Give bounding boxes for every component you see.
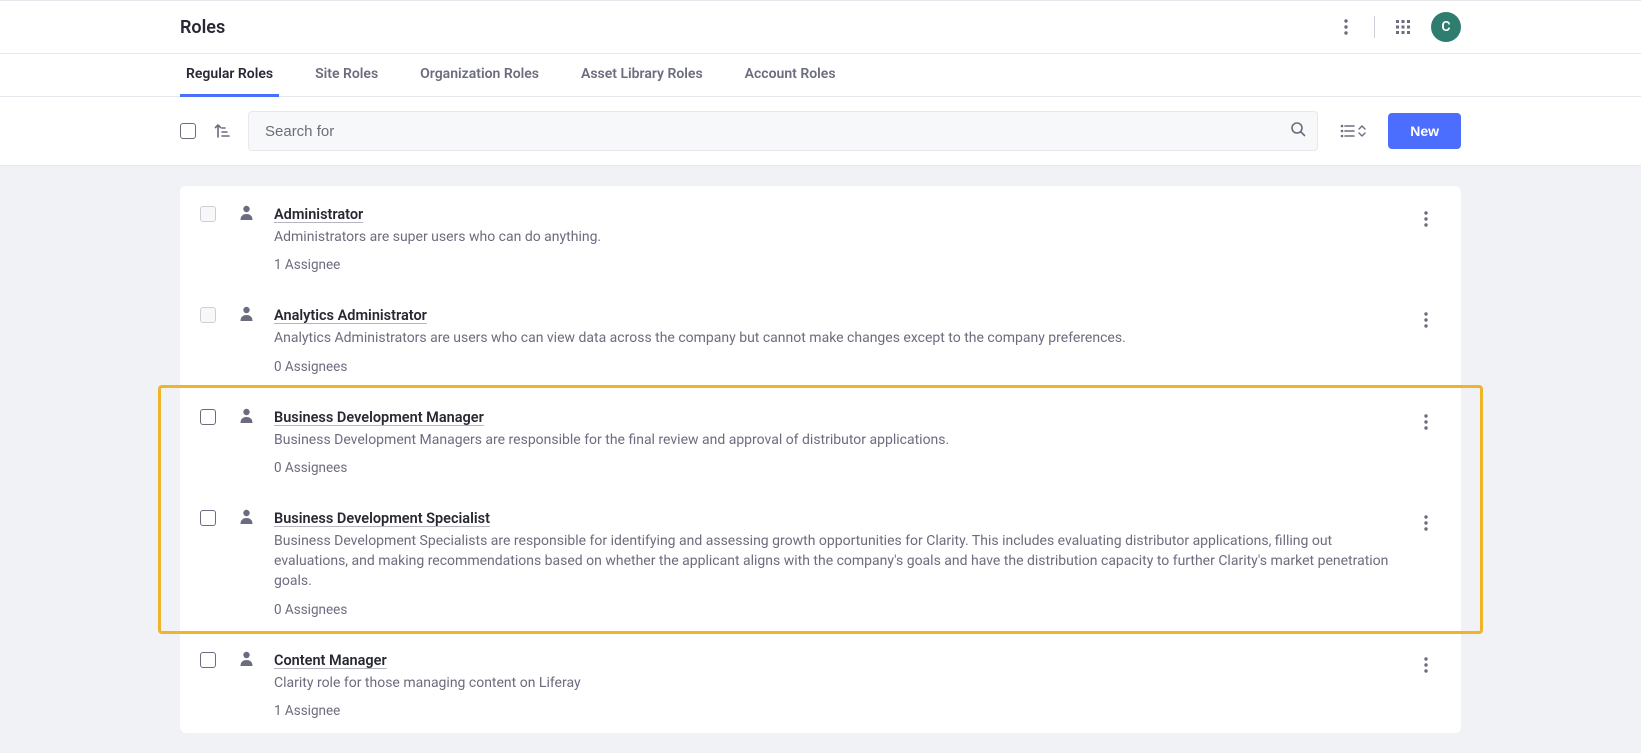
apps-button[interactable] xyxy=(1389,13,1417,41)
role-body: Business Development Specialist Business … xyxy=(274,508,1393,618)
role-checkbox xyxy=(200,206,216,222)
role-description: Clarity role for those managing content … xyxy=(274,673,1393,693)
role-title-link[interactable]: Content Manager xyxy=(274,652,387,669)
role-checkbox[interactable] xyxy=(200,652,216,668)
role-checkbox-col xyxy=(200,508,218,618)
tab-regular-roles[interactable]: Regular Roles xyxy=(180,54,279,97)
tab-site-roles[interactable]: Site Roles xyxy=(309,54,384,97)
role-title-link[interactable]: Analytics Administrator xyxy=(274,307,427,324)
role-checkbox-col xyxy=(200,407,218,476)
grid-icon xyxy=(1395,19,1411,35)
role-assignees: 0 Assignees xyxy=(274,359,1393,375)
role-checkbox-col xyxy=(200,204,218,273)
role-actions-button[interactable] xyxy=(1413,652,1439,678)
search-icon xyxy=(1290,121,1306,141)
role-actions xyxy=(1411,508,1441,618)
user-avatar[interactable]: C xyxy=(1431,12,1461,42)
role-item: Business Development Specialist Business … xyxy=(180,490,1461,632)
role-actions-button[interactable] xyxy=(1413,510,1439,536)
role-item: Business Development Manager Business Dev… xyxy=(180,389,1461,490)
toolbar: New xyxy=(0,97,1641,166)
search-input[interactable] xyxy=(248,111,1318,151)
role-item: Analytics Administrator Analytics Adminis… xyxy=(180,287,1461,388)
sort-icon xyxy=(214,123,230,139)
role-title-link[interactable]: Administrator xyxy=(274,206,363,223)
role-assignees: 1 Assignee xyxy=(274,257,1393,273)
role-checkbox-col xyxy=(200,650,218,719)
person-icon xyxy=(236,407,256,476)
role-actions-button[interactable] xyxy=(1413,307,1439,333)
role-actions-button[interactable] xyxy=(1413,206,1439,232)
role-actions-button[interactable] xyxy=(1413,409,1439,435)
tab-organization-roles[interactable]: Organization Roles xyxy=(414,54,545,97)
role-actions xyxy=(1411,305,1441,374)
sort-button[interactable] xyxy=(212,121,232,141)
role-actions xyxy=(1411,650,1441,719)
divider xyxy=(1374,16,1375,38)
page-title: Roles xyxy=(180,17,225,38)
roles-card: Administrator Administrators are super us… xyxy=(180,186,1461,733)
role-body: Analytics Administrator Analytics Adminis… xyxy=(274,305,1393,374)
person-icon xyxy=(236,508,256,618)
content: Administrator Administrators are super us… xyxy=(0,166,1641,753)
role-title-link[interactable]: Business Development Specialist xyxy=(274,510,490,527)
role-description: Business Development Specialists are res… xyxy=(274,531,1393,592)
role-checkbox[interactable] xyxy=(200,510,216,526)
tab-account-roles[interactable]: Account Roles xyxy=(739,54,842,97)
role-actions xyxy=(1411,204,1441,273)
view-mode-button[interactable] xyxy=(1334,118,1372,144)
vertical-dots-icon xyxy=(1344,19,1348,35)
top-bar-actions: C xyxy=(1332,12,1461,42)
role-body: Administrator Administrators are super us… xyxy=(274,204,1393,273)
role-description: Analytics Administrators are users who c… xyxy=(274,328,1393,348)
role-title-link[interactable]: Business Development Manager xyxy=(274,409,484,426)
tabs-bar: Regular Roles Site Roles Organization Role… xyxy=(0,54,1641,97)
list-icon xyxy=(1340,124,1356,138)
person-icon xyxy=(236,650,256,719)
page-options-button[interactable] xyxy=(1332,13,1360,41)
role-description: Administrators are super users who can d… xyxy=(274,227,1393,247)
top-bar: Roles C xyxy=(0,0,1641,54)
role-checkbox-col xyxy=(200,305,218,374)
person-icon xyxy=(236,305,256,374)
role-checkbox xyxy=(200,307,216,323)
role-checkbox[interactable] xyxy=(200,409,216,425)
select-all-checkbox[interactable] xyxy=(180,123,196,139)
role-assignees: 1 Assignee xyxy=(274,703,1393,719)
role-assignees: 0 Assignees xyxy=(274,460,1393,476)
tab-asset-library-roles[interactable]: Asset Library Roles xyxy=(575,54,709,97)
role-assignees: 0 Assignees xyxy=(274,602,1393,618)
person-icon xyxy=(236,204,256,273)
role-item: Administrator Administrators are super us… xyxy=(180,186,1461,287)
role-actions xyxy=(1411,407,1441,476)
role-description: Business Development Managers are respon… xyxy=(274,430,1393,450)
caret-updown-icon xyxy=(1358,124,1366,138)
role-body: Business Development Manager Business Dev… xyxy=(274,407,1393,476)
search-wrap xyxy=(248,111,1318,151)
new-button[interactable]: New xyxy=(1388,113,1461,149)
role-body: Content Manager Clarity role for those ma… xyxy=(274,650,1393,719)
